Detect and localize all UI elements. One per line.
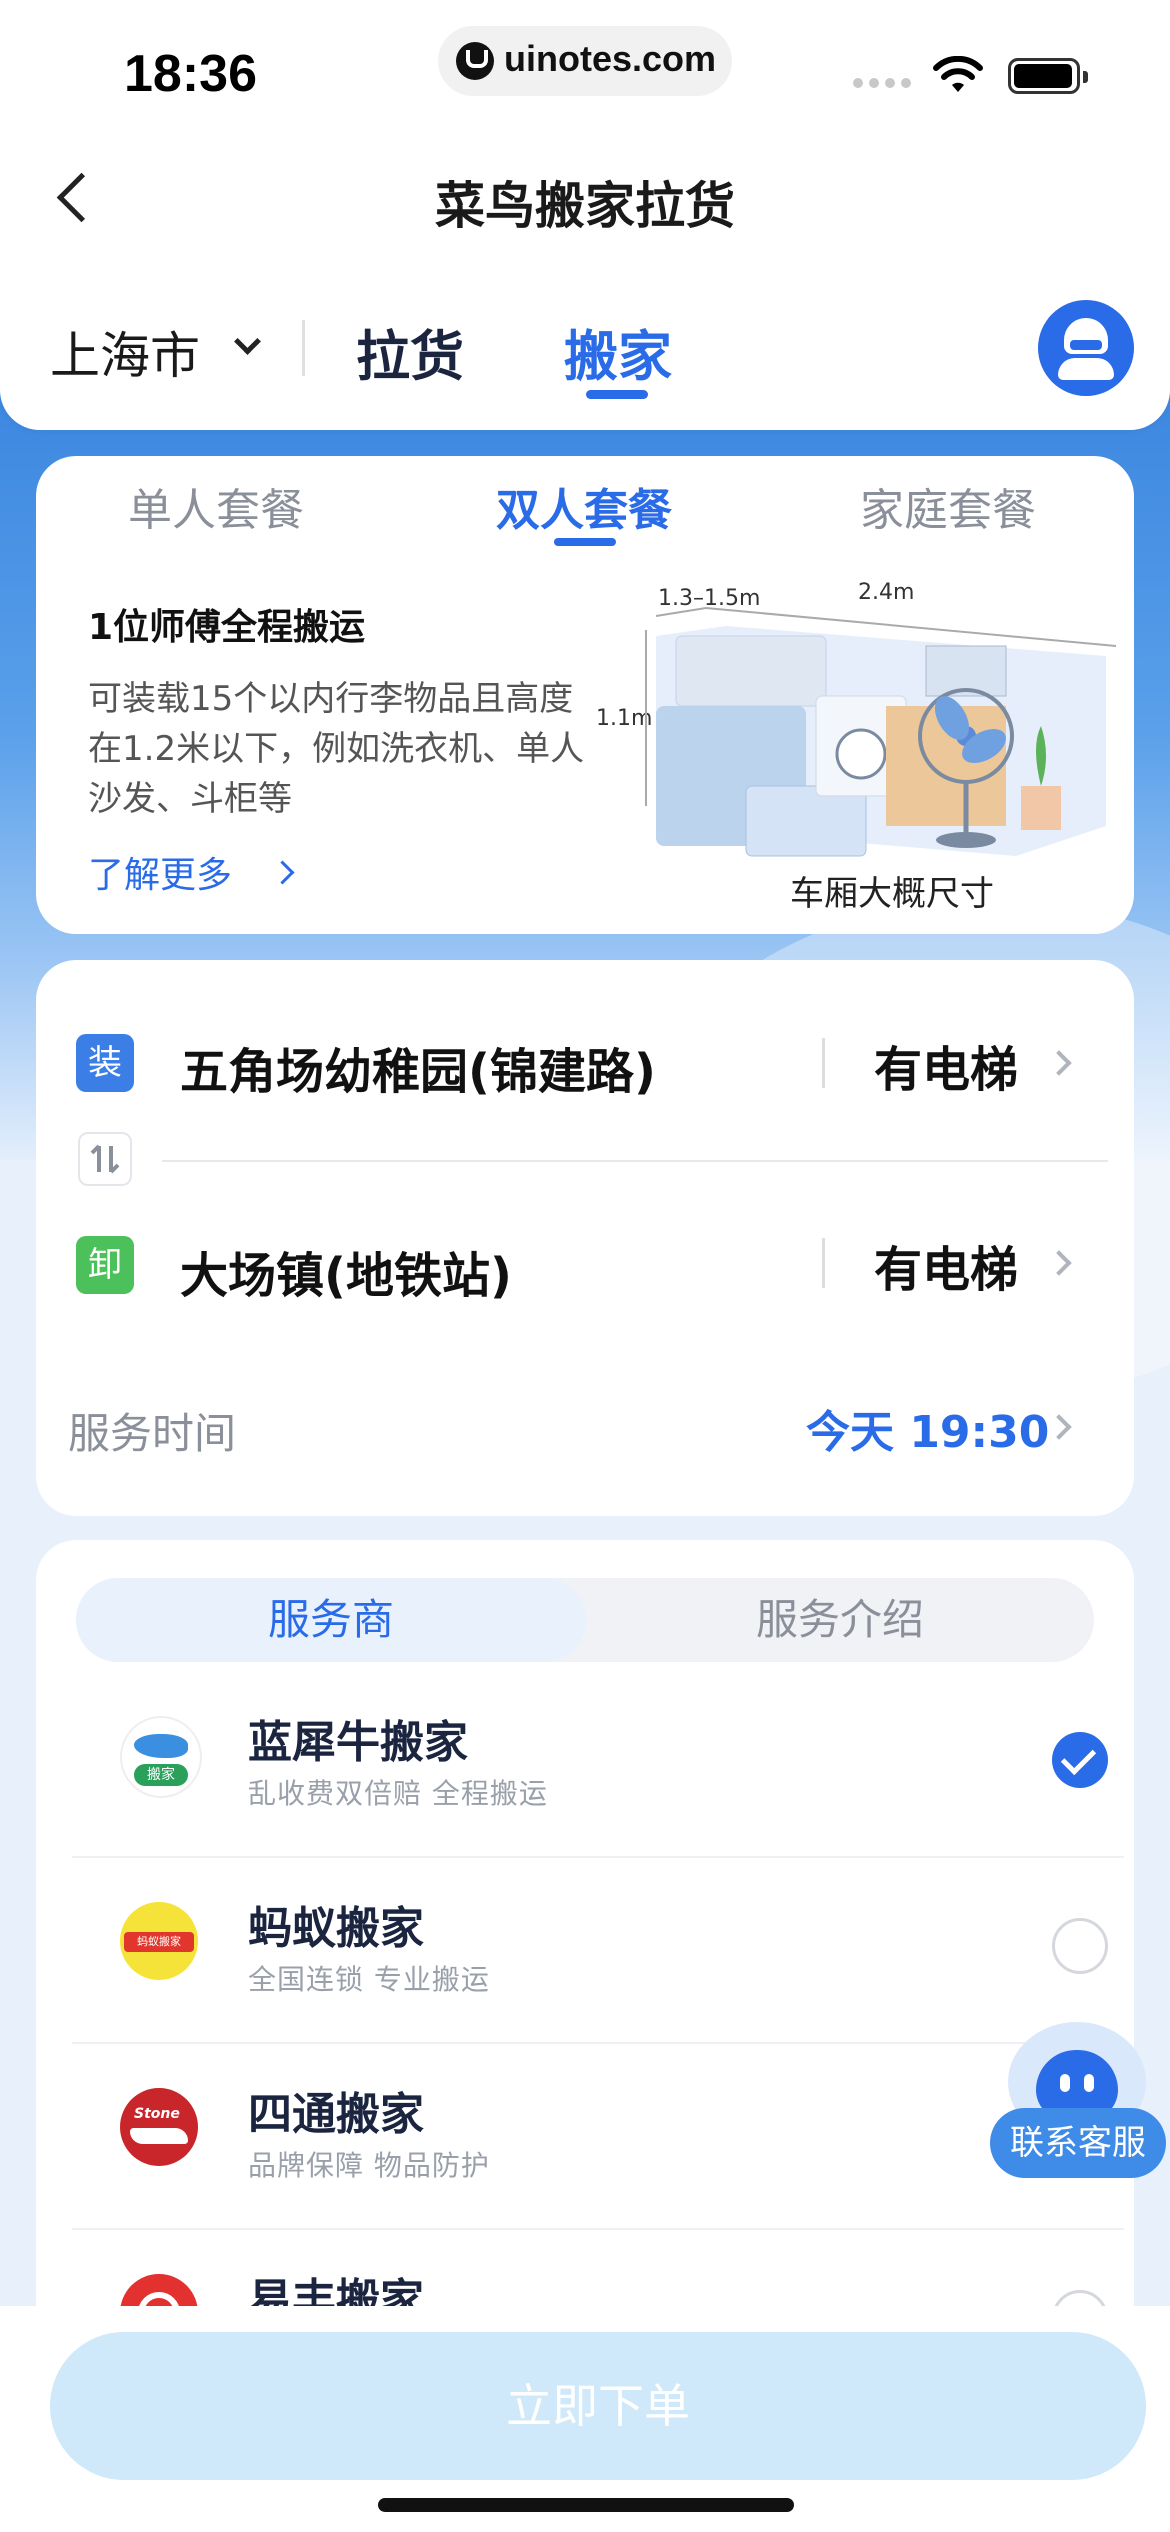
unload-address[interactable]: 大场镇(地铁站) — [180, 1236, 512, 1306]
provider-row[interactable]: 蚂蚁搬家 蚂蚁搬家 全国连锁 专业搬运 — [72, 1856, 1124, 2044]
unselected-radio-icon[interactable] — [1052, 1918, 1108, 1974]
page-title: 菜鸟搬家拉货 — [435, 177, 735, 235]
home-indicator — [378, 2498, 794, 2512]
divider — [302, 320, 305, 376]
load-elevator-label: 有电梯 — [874, 1042, 1019, 1098]
signal-icon — [853, 78, 915, 90]
tab-lahuo[interactable]: 拉货 — [356, 312, 464, 391]
service-time-value: 今天 19:30 — [806, 1407, 1050, 1458]
tab-banjia[interactable]: 搬家 — [564, 312, 672, 391]
unload-elevator-selector[interactable]: 有电梯 — [874, 1230, 1074, 1298]
divider — [822, 1038, 825, 1088]
provider-logo: Stone — [120, 2088, 198, 2166]
chevron-right-icon — [1046, 1050, 1072, 1076]
route-card: 装 五角场幼稚园(锦建路) 有电梯 卸 大场镇(地铁站) 有电梯 服务时间 今天… — [36, 960, 1134, 1516]
city-tab-bar: 上海市 拉货 搬家 — [0, 290, 1170, 420]
load-address[interactable]: 五角场幼稚园(锦建路) — [180, 1032, 656, 1102]
provider-logo: 蚂蚁搬家 — [120, 1902, 198, 1980]
battery-icon — [1008, 58, 1088, 94]
customer-service-button[interactable]: 联系客服 — [990, 2020, 1166, 2190]
provider-name: 蚂蚁搬家 — [248, 1903, 424, 1954]
unload-badge: 卸 — [76, 1236, 134, 1294]
provider-tags: 全国连锁 专业搬运 — [248, 1963, 490, 1996]
provider-row[interactable]: Stone 四通搬家 品牌保障 物品防护 — [72, 2042, 1124, 2230]
nav-bar: 菜鸟搬家拉货 — [0, 140, 1170, 260]
chevron-right-icon — [1046, 1414, 1072, 1440]
provider-logo: 搬家 — [120, 1716, 202, 1798]
provider-name: 四通搬家 — [248, 2089, 424, 2140]
provider-card: 服务商 服务介绍 搬家 蓝犀牛搬家 乱收费双倍赔 全程搬运 蚂蚁搬家 蚂蚁搬家 … — [36, 1540, 1134, 2340]
url-text: uinotes.com — [504, 38, 717, 79]
chevron-right-icon — [1046, 1250, 1072, 1276]
truck-cargo-graphic — [645, 607, 1116, 857]
package-card: 单人套餐 双人套餐 家庭套餐 1位师傅全程搬运 可装载15个以内行李物品且高度在… — [36, 456, 1134, 934]
service-time-selector[interactable]: 今天 19:30 — [806, 1396, 1106, 1458]
service-time-label: 服务时间 — [68, 1409, 237, 1458]
divider — [822, 1238, 825, 1288]
tab-providers[interactable]: 服务商 — [76, 1578, 586, 1662]
provider-tags: 乱收费双倍赔 全程搬运 — [248, 1777, 548, 1810]
provider-segmented-control: 服务商 服务介绍 — [76, 1578, 1094, 1662]
load-badge: 装 — [76, 1034, 134, 1092]
unload-elevator-label: 有电梯 — [874, 1242, 1019, 1298]
package-tab-underline — [554, 538, 616, 546]
bottom-bar: 立即下单 — [0, 2306, 1170, 2532]
status-bar: 18:36 uinotes.com — [0, 0, 1170, 120]
dim-length-label: 2.4m — [858, 580, 915, 605]
learn-more-label: 了解更多 — [88, 855, 233, 896]
package-description: 可装载15个以内行李物品且高度在1.2米以下，例如洗衣机、单人沙发、斗柜等 — [88, 679, 585, 819]
chevron-right-icon — [270, 860, 295, 885]
package-title: 1位师傅全程搬运 — [88, 607, 366, 648]
tab-single-package[interactable]: 单人套餐 — [96, 474, 336, 538]
order-now-button[interactable]: 立即下单 — [50, 2332, 1146, 2480]
service-avatar-icon[interactable] — [1038, 300, 1134, 396]
wifi-icon — [933, 56, 983, 92]
selected-check-icon[interactable] — [1052, 1732, 1108, 1788]
status-time: 18:36 — [124, 45, 257, 103]
customer-service-label: 联系客服 — [990, 2108, 1166, 2178]
tab-service-intro[interactable]: 服务介绍 — [586, 1578, 1094, 1662]
load-elevator-selector[interactable]: 有电梯 — [874, 1030, 1074, 1098]
swap-icon[interactable] — [78, 1132, 132, 1186]
provider-row[interactable]: 搬家 蓝犀牛搬家 乱收费双倍赔 全程搬运 — [72, 1670, 1124, 1858]
tab-underline — [586, 390, 648, 399]
provider-name: 蓝犀牛搬家 — [248, 1717, 468, 1768]
truck-illustration: 1.3–1.5m 2.4m 1.1m 车厢大概尺寸 — [596, 576, 1116, 926]
truck-caption: 车厢大概尺寸 — [790, 874, 994, 914]
provider-tags: 品牌保障 物品防护 — [248, 2149, 490, 2182]
city-label: 上海市 — [50, 327, 200, 385]
tab-double-package[interactable]: 双人套餐 — [464, 474, 704, 538]
divider — [162, 1160, 1108, 1162]
url-pill[interactable]: uinotes.com — [438, 26, 732, 96]
tab-family-package[interactable]: 家庭套餐 — [828, 474, 1068, 538]
site-logo-icon — [456, 42, 494, 80]
chevron-down-icon — [234, 328, 261, 355]
